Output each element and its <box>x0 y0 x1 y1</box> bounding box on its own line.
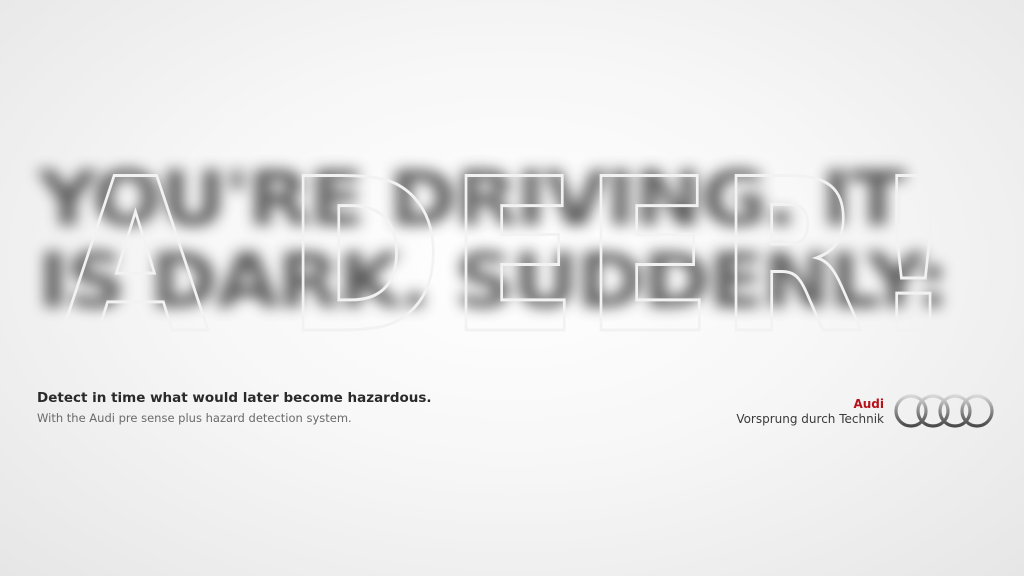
brand-slogan: Vorsprung durch Technik <box>736 412 884 426</box>
ring-4 <box>960 394 994 428</box>
audi-rings-logo-icon <box>894 394 994 428</box>
headline: YOU'RE DRIVING. IT IS DARK. SUDDENLY: A … <box>0 150 1024 360</box>
overlay-headline-text: A DEER! <box>62 150 962 360</box>
brand-block: Audi Vorsprung durch Technik <box>736 397 884 427</box>
overlay-headline: A DEER! <box>61 150 962 360</box>
brand-name: Audi <box>853 397 884 411</box>
tagline: Detect in time what would later become h… <box>37 390 432 406</box>
subline: With the Audi pre sense plus hazard dete… <box>37 411 352 425</box>
